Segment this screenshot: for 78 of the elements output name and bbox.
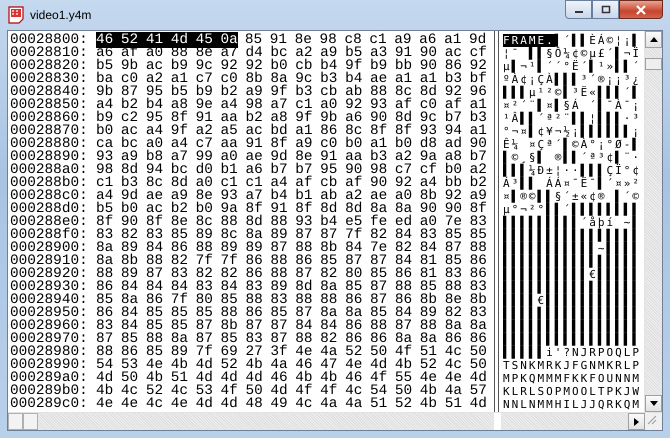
ascii-text[interactable]: ▌▌▌▌▌▌▌▌▌▌▌▌▌▌▌▌ — [503, 255, 641, 268]
ascii-text[interactable]: ºÀ¢¡ÇÀ▌▌▌³´®¡¡³¿ — [503, 73, 641, 86]
offset-label: 000288a0: — [9, 164, 89, 177]
ascii-text[interactable]: Á³▌▌ ÁÁ¤¯Ë¯▌´¤»² — [503, 177, 641, 190]
ascii-text[interactable]: ▌▌▌▌€▌▌▌▌▌▌▌▌▌▌▌ — [503, 294, 641, 307]
ascii-text[interactable]: µ▌¬¹▌´´°Ë´▌¹»▌▌´ — [503, 60, 641, 73]
offset-label: 00028840: — [9, 86, 89, 99]
ascii-text[interactable]: ▌▌▌▌▌▌▌▌▌▌▌▌▌▌▌▌ — [503, 229, 641, 242]
offset-label: 00028990: — [9, 359, 89, 372]
ascii-text[interactable]: ▌▌▌¼Ð±¦··▌▌▌ÇÏ°¢ — [503, 164, 641, 177]
resize-grip[interactable] — [645, 413, 662, 430]
ascii-text[interactable]: KLRLSOPMOOLTPKJW — [503, 385, 641, 398]
hex-bytes[interactable]: 4e 4e 4c 4e 4d 4d 48 49 4c 4a 4a 51 52 4b 51 4d — [96, 396, 487, 412]
ascii-text[interactable]: ▌▌▌µ¹²©▌³Ë«▌▌▌´▌ — [503, 86, 641, 99]
ascii-text[interactable]: TSNKMRKJFGNMKRLP — [503, 359, 641, 372]
up-arrow-icon — [650, 37, 658, 42]
ascii-text[interactable]: ▌▌▌▌▌▌▌▌▌▌▌▌▌▌▌▌ — [503, 281, 641, 294]
scroll-up-button[interactable] — [645, 31, 662, 48]
offset-label: 00028870: — [9, 125, 89, 138]
ascii-text[interactable]: ▌▌▌▌▌i'?NJRPOQLP — [503, 346, 641, 359]
hex-bytes[interactable]: 46 52 41 4d 45 0a — [96, 32, 238, 48]
minimize-button[interactable] — [565, 0, 592, 19]
ascii-text[interactable]: FRAME. — [503, 34, 555, 47]
offset-label: 000288f0: — [9, 229, 89, 242]
offset-label: 000288d0: — [9, 203, 89, 216]
ascii-text[interactable]: ▌▌▌▌▌▌▌▌▌▌▌▌▌▌▌▌ — [503, 333, 641, 346]
offset-label: 00028980: — [9, 346, 89, 359]
ascii-text[interactable]: Ê¼ ¤Çª´▌©À°¡°Ø-▌ — [503, 138, 641, 151]
offset-label: 00028830: — [9, 73, 89, 86]
offset-label: 000288b0: — [9, 177, 89, 190]
maximize-icon — [600, 5, 610, 14]
horizontal-scrollbar[interactable] — [8, 413, 494, 430]
offset-label: 00028900: — [9, 242, 89, 255]
ascii-text[interactable]: ¹Â▌▌´ª²¨▌▌¦▌▌▌·³ — [503, 112, 641, 125]
offset-label: 00028970: — [9, 333, 89, 346]
offset-label: 00028890: — [9, 151, 89, 164]
ascii-text[interactable]: ▌▌▌▌▌▌▌▌▌▌€▌▌▌▌▌ — [503, 268, 641, 281]
offset-label: 000289a0: — [9, 372, 89, 385]
offset-label: 000288c0: — [9, 190, 89, 203]
offset-label: 000289b0: — [9, 385, 89, 398]
offset-label: 00028930: — [9, 281, 89, 294]
maximize-button[interactable] — [592, 0, 619, 19]
down-arrow-icon — [650, 401, 658, 406]
scroll-right-button[interactable] — [628, 413, 645, 430]
offset-label: 00028950: — [9, 307, 89, 320]
ascii-text[interactable]: ▌©¸§▌ ®▌▌´ª³¢▌¨· — [503, 151, 641, 164]
ascii-text[interactable]: ¤²´¨▌¤▌§Á ´▌¯À¯¡ — [503, 99, 641, 112]
close-button[interactable] — [619, 0, 663, 19]
offset-label: 00028810: — [9, 47, 89, 60]
ascii-text[interactable]: ▌▌▌▌▌▌▌▌▌▌▌▌▌▌▌▌ — [503, 307, 641, 320]
offset-label: 00028880: — [9, 138, 89, 151]
ascii-text[interactable]: °¬¤▌¢¥¬½¡▌▌▌▌▌▌¡ — [503, 125, 641, 138]
ascii-text[interactable]: ▌▌▌▌▌▌▌▌▌▌▌▌▌▌▌▌ — [503, 320, 641, 333]
ascii-text[interactable]: µ°¬²°▌▌´▌▌▌▌▌▌▌▌ — [503, 203, 641, 216]
offset-label: 000289c0: — [9, 398, 89, 411]
ascii-text[interactable]: MPKQMMMFKKFOUNNM — [503, 372, 641, 385]
ascii-text[interactable]: ¤▌®©▌▌§´±«¢® ▌´© — [503, 190, 641, 203]
right-arrow-icon — [634, 418, 639, 426]
offset-label: 00028960: — [9, 320, 89, 333]
close-icon — [635, 4, 647, 14]
ascii-text[interactable]: ¦¯ ▌▌§Ô¼¢©µ£´▌¬Ï — [503, 47, 641, 60]
scroll-down-button[interactable] — [645, 395, 662, 412]
ascii-text[interactable]: NNLNMMHILJJQRKQM — [503, 398, 641, 411]
horizontal-scrollbar[interactable] — [501, 413, 645, 430]
scroll-thumb[interactable] — [645, 58, 662, 70]
ascii-text[interactable]: ▌▌▌▌▌▌▌▌▌▌▌~▌▌▌▌ — [503, 242, 641, 255]
window-title: video1.y4m — [30, 8, 92, 22]
offset-label: 00028940: — [9, 294, 89, 307]
offset-label: 000288e0: — [9, 216, 89, 229]
vertical-scrollbar[interactable] — [644, 31, 662, 412]
offset-label: 00028850: — [9, 99, 89, 112]
offset-label: 00028860: — [9, 112, 89, 125]
offset-label: 00028910: — [9, 255, 89, 268]
offset-label: 00028920: — [9, 268, 89, 281]
ascii-text[interactable]: ▌▌▌▌▌▌▌▌▌´åþí ~▌ — [503, 216, 641, 229]
app-icon — [8, 6, 24, 24]
offset-label: 00028820: — [9, 60, 89, 73]
offset-label: 00028800: — [9, 34, 89, 47]
